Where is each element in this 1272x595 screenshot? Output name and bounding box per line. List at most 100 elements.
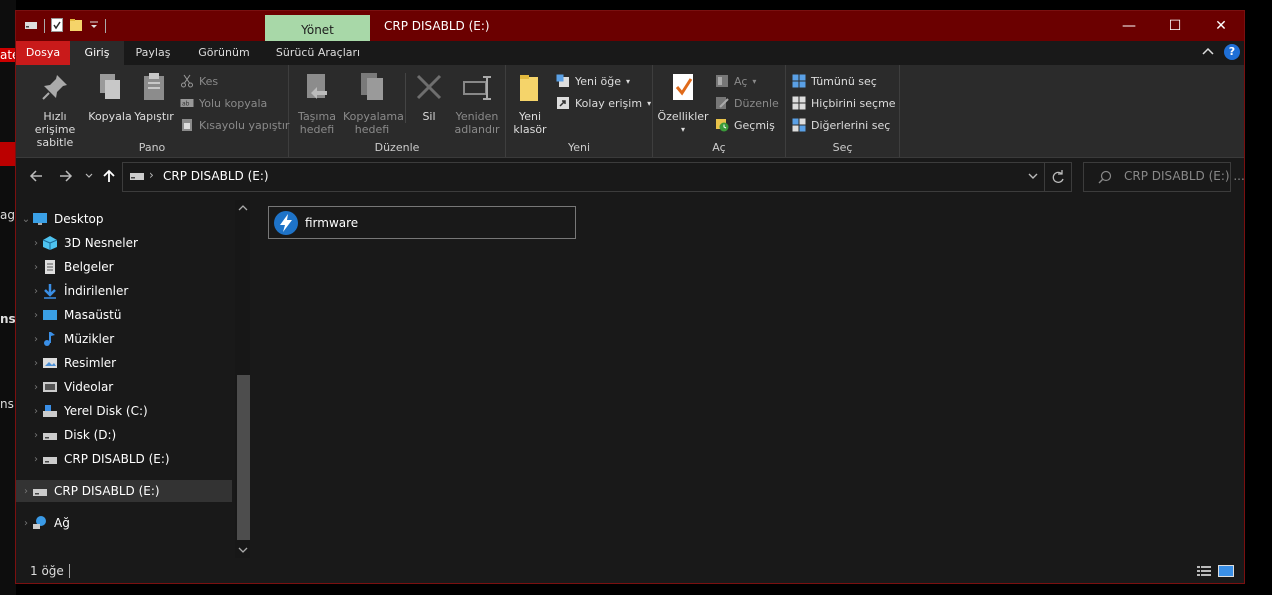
search-box[interactable]: CRP DISABLD (E:) ... [1083, 162, 1245, 192]
collapsed-chevron-icon[interactable]: › [20, 486, 32, 497]
nav-scrollbar[interactable] [235, 200, 250, 558]
collapse-ribbon-icon[interactable] [1202, 45, 1214, 59]
nav-item-documents[interactable]: › Belgeler [16, 256, 250, 278]
tab-home[interactable]: Giriş [70, 41, 124, 65]
cut-button[interactable]: Kes [180, 72, 218, 90]
recent-locations-chevron-icon[interactable] [84, 168, 94, 188]
minimize-button[interactable]: — [1106, 11, 1152, 41]
details-view-icon[interactable] [1196, 564, 1212, 581]
tab-view[interactable]: Görünüm [184, 41, 264, 65]
scroll-up-icon[interactable] [238, 204, 248, 212]
collapsed-chevron-icon[interactable]: › [30, 262, 42, 273]
paste-button[interactable]: Yapıştır [134, 71, 174, 123]
select-all-icon [792, 74, 806, 88]
nav-item-downloads[interactable]: › İndirilenler [16, 280, 250, 302]
collapsed-chevron-icon[interactable]: › [30, 382, 42, 393]
customize-qat-icon[interactable] [89, 19, 99, 34]
nav-item-crp-disabld-e[interactable]: › CRP DISABLD (E:) [16, 448, 250, 470]
easy-access-button[interactable]: Kolay erişim ▾ [556, 94, 651, 112]
rename-label-line1: Yeniden [455, 110, 499, 123]
copy-path-icon: ab [180, 99, 194, 108]
nav-item-desktop-folder[interactable]: › Masaüstü [16, 304, 250, 326]
nav-item-3d-objects[interactable]: › 3D Nesneler [16, 232, 250, 254]
properties-icon[interactable] [51, 17, 63, 35]
properties-button[interactable]: Özellikler ▾ [657, 71, 709, 136]
paste-shortcut-button[interactable]: Kısayolu yapıştır [180, 116, 289, 134]
tab-drive-tools[interactable]: Sürücü Araçları [268, 41, 368, 65]
tab-share[interactable]: Paylaş [126, 41, 180, 65]
pictures-icon [43, 358, 57, 368]
breadcrumb-chevron-icon[interactable]: › [149, 168, 154, 182]
collapsed-chevron-icon[interactable]: › [30, 238, 42, 249]
copy-path-button[interactable]: ab Yolu kopyala [180, 94, 267, 112]
background-app-fragment: ns [0, 312, 16, 326]
open-button[interactable]: Aç ▾ [715, 72, 756, 90]
nav-item-label: Belgeler [64, 260, 114, 274]
refresh-button[interactable] [1044, 163, 1071, 191]
nav-item-network[interactable]: › Ağ [16, 512, 240, 534]
collapsed-chevron-icon[interactable]: › [30, 454, 42, 465]
music-icon [44, 332, 55, 346]
collapsed-chevron-icon[interactable]: › [20, 518, 32, 529]
select-none-button[interactable]: Hiçbirini seçme [792, 94, 896, 112]
explorer-window: Yönet CRP DISABLD (E:) — ☐ ✕ Dosya Giriş… [15, 10, 1245, 584]
3d-objects-icon [42, 236, 58, 250]
edit-button[interactable]: Düzenle [715, 94, 779, 112]
scroll-down-icon[interactable] [238, 546, 248, 554]
select-all-button[interactable]: Tümünü seç [792, 72, 877, 90]
collapsed-chevron-icon[interactable]: › [30, 406, 42, 417]
maximize-button[interactable]: ☐ [1152, 11, 1198, 41]
new-folder-icon[interactable] [69, 18, 83, 35]
move-to-button[interactable]: Taşıma hedefi [293, 71, 341, 136]
drive-icon[interactable] [24, 19, 38, 34]
new-item-button[interactable]: Yeni öğe ▾ [556, 72, 630, 90]
up-arrow-icon[interactable] [102, 168, 116, 188]
tab-file[interactable]: Dosya [16, 41, 70, 65]
copy-button[interactable]: Kopyala [88, 71, 132, 123]
cut-label: Kes [199, 74, 219, 88]
tab-manage[interactable]: Yönet [265, 15, 370, 41]
qat-separator [44, 19, 45, 33]
organize-group-label: Düzenle [374, 141, 420, 154]
address-row: › CRP DISABLD (E:) CRP DISABLD (E:) ... [16, 159, 1245, 195]
nav-item-disk-d[interactable]: › Disk (D:) [16, 424, 250, 446]
address-bar[interactable]: › CRP DISABLD (E:) [122, 162, 1072, 192]
invert-selection-button[interactable]: Diğerlerini seç [792, 116, 890, 134]
copy-to-button[interactable]: Kopyalama hedefi [343, 71, 404, 136]
expanded-chevron-icon[interactable]: ⌄ [20, 214, 32, 225]
back-arrow-icon[interactable] [28, 168, 44, 188]
large-icons-view-icon[interactable] [1218, 564, 1234, 581]
nav-item-music[interactable]: › Müzikler [16, 328, 250, 350]
close-button[interactable]: ✕ [1198, 11, 1244, 41]
nav-item-label: Resimler [64, 356, 117, 370]
search-placeholder: CRP DISABLD (E:) ... [1124, 169, 1245, 183]
collapsed-chevron-icon[interactable]: › [30, 310, 42, 321]
nav-scrollbar-thumb[interactable] [237, 375, 250, 540]
quick-access-toolbar [24, 17, 106, 35]
rename-button[interactable]: Yeniden adlandır [451, 71, 503, 136]
pin-quick-access-button[interactable]: Hızlı erişime sabitle [22, 71, 88, 149]
firmware-app-icon [274, 210, 298, 235]
new-folder-label-line2: klasör [513, 123, 547, 136]
new-item-label: Yeni öğe [575, 74, 622, 88]
open-group-label: Aç [712, 141, 726, 154]
collapsed-chevron-icon[interactable]: › [30, 334, 42, 345]
collapsed-chevron-icon[interactable]: › [30, 286, 42, 297]
nav-item-crp-disabld-e-root[interactable]: › CRP DISABLD (E:) [16, 480, 232, 502]
collapsed-chevron-icon[interactable]: › [30, 430, 42, 441]
file-item[interactable]: firmware [268, 206, 576, 239]
history-button[interactable]: Geçmiş [715, 116, 775, 134]
nav-item-local-disk-c[interactable]: › Yerel Disk (C:) [16, 400, 250, 422]
new-folder-button[interactable]: Yeni klasör [510, 71, 550, 136]
nav-item-pictures[interactable]: › Resimler [16, 352, 250, 374]
nav-item-videos[interactable]: › Videolar [16, 376, 250, 398]
breadcrumb-current[interactable]: CRP DISABLD (E:) [163, 169, 269, 183]
nav-item-label: Ağ [54, 516, 70, 530]
nav-item-desktop[interactable]: ⌄ Desktop [16, 208, 240, 230]
delete-button[interactable]: Sil [409, 71, 449, 123]
collapsed-chevron-icon[interactable]: › [30, 358, 42, 369]
address-dropdown-icon[interactable] [1027, 170, 1039, 185]
help-icon[interactable]: ? [1224, 44, 1240, 60]
file-list[interactable]: firmware [254, 200, 1244, 558]
forward-arrow-icon[interactable] [58, 168, 74, 188]
